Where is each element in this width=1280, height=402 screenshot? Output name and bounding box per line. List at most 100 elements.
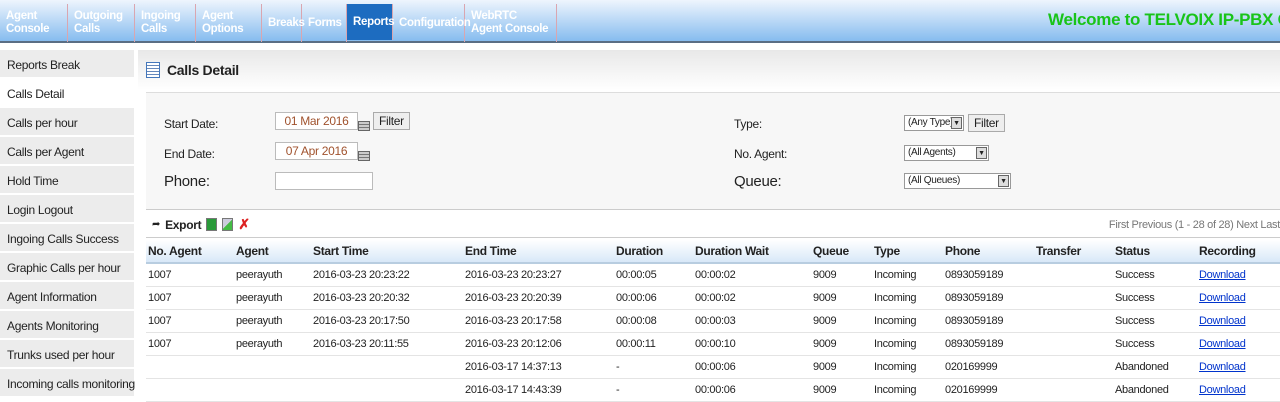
cell-duration-wait: 00:00:06	[693, 378, 811, 402]
calendar-icon[interactable]	[358, 121, 370, 131]
table-row: 1007 peerayuth 2016-03-23 20:20:32 2016-03-…	[146, 286, 1280, 310]
nav-breaks[interactable]: Breaks	[262, 4, 305, 42]
download-link[interactable]: Download	[1199, 384, 1246, 396]
nav-agent-options[interactable]: Agent Options	[196, 4, 262, 42]
pdf-export-icon[interactable]: ✗	[238, 217, 250, 231]
column-header-type[interactable]: Type	[872, 240, 943, 264]
queue-label: Queue:	[734, 173, 782, 190]
column-header-duration-wait[interactable]: Duration Wait	[693, 240, 811, 264]
type-select-value: (Any Type)	[908, 117, 954, 128]
type-select[interactable]: (Any Type) ▼	[904, 115, 964, 131]
agent-label: No. Agent:	[734, 147, 788, 161]
cell-recording: Download	[1197, 332, 1280, 356]
table-row: 1007 peerayuth 2016-03-23 20:11:55 2016-03-…	[146, 332, 1280, 356]
column-header-duration[interactable]: Duration	[614, 240, 693, 264]
cell-end-time: 2016-03-17 14:43:39	[463, 378, 614, 402]
excel-export-icon[interactable]	[222, 218, 234, 231]
filter-button[interactable]: Filter	[373, 112, 410, 130]
download-link[interactable]: Download	[1199, 361, 1246, 373]
nav-ingoing-calls[interactable]: Ingoing Calls	[135, 4, 196, 42]
filter-panel: Start Date: 01 Mar 2016 Filter End Date:…	[146, 92, 1280, 210]
sidebar-item-trunks-used-per-hour[interactable]: Trunks used per hour	[0, 340, 134, 367]
cell-start-time: 2016-03-23 20:17:50	[311, 309, 463, 333]
csv-export-icon[interactable]	[206, 218, 218, 231]
column-header-start-time[interactable]: Start Time	[311, 240, 463, 264]
type-filter-button[interactable]: Filter	[968, 114, 1005, 132]
phone-input[interactable]	[275, 172, 373, 190]
cell-type: Incoming	[872, 309, 943, 333]
cell-queue: 9009	[811, 263, 872, 287]
cell-phone: 020169999	[943, 355, 1034, 379]
cell-end-time: 2016-03-23 20:12:06	[463, 332, 614, 356]
export-toolbar: ➦ Export ✗ First Previous (1 - 28 of 28)…	[146, 212, 1280, 238]
cell-start-time	[311, 355, 463, 379]
export-label: Export	[165, 217, 202, 232]
sidebar-item-hold-time[interactable]: Hold Time	[0, 166, 134, 193]
column-header-recording[interactable]: Recording	[1197, 240, 1280, 264]
nav-webrtc-agent-console[interactable]: WebRTC Agent Console	[465, 4, 557, 42]
nav-agent-console[interactable]: Agent Console	[0, 4, 68, 42]
download-link[interactable]: Download	[1199, 315, 1246, 327]
sidebar-item-ingoing-calls-success[interactable]: Ingoing Calls Success	[0, 224, 134, 251]
nav-outgoing-calls[interactable]: Outgoing Calls	[68, 4, 135, 42]
cell-phone: 020169999	[943, 378, 1034, 402]
cell-no-agent: 1007	[146, 332, 234, 356]
cell-status: Abandoned	[1113, 355, 1197, 379]
column-header-transfer[interactable]: Transfer	[1034, 240, 1113, 264]
column-header-phone[interactable]: Phone	[943, 240, 1034, 264]
end-date-input[interactable]: 07 Apr 2016	[275, 142, 358, 160]
cell-no-agent: 1007	[146, 286, 234, 310]
calendar-icon[interactable]	[358, 151, 370, 161]
cell-status: Success	[1113, 332, 1197, 356]
download-link[interactable]: Download	[1199, 269, 1246, 281]
cell-phone: 0893059189	[943, 263, 1034, 287]
column-header-agent[interactable]: Agent	[234, 240, 311, 264]
download-link[interactable]: Download	[1199, 292, 1246, 304]
cell-type: Incoming	[872, 263, 943, 287]
welcome-banner: Welcome to TELVOIX IP-PBX CallCenter	[1048, 10, 1280, 29]
cell-end-time: 2016-03-23 20:23:27	[463, 263, 614, 287]
start-date-input[interactable]: 01 Mar 2016	[275, 112, 358, 130]
table-row: 1007 peerayuth 2016-03-23 20:23:22 2016-03-…	[146, 263, 1280, 287]
cell-start-time: 2016-03-23 20:20:32	[311, 286, 463, 310]
chevron-down-icon: ▼	[976, 147, 987, 159]
nav-forms[interactable]: Forms	[302, 4, 347, 42]
queue-select[interactable]: (All Queues) ▼	[904, 173, 1011, 189]
cell-end-time: 2016-03-17 14:37:13	[463, 355, 614, 379]
queue-select-value: (All Queues)	[908, 175, 960, 186]
agent-select[interactable]: (All Agents) ▼	[904, 145, 989, 161]
column-header-queue[interactable]: Queue	[811, 240, 872, 264]
column-header-no-agent[interactable]: No. Agent	[146, 240, 234, 264]
cell-queue: 9009	[811, 355, 872, 379]
cell-start-time: 2016-03-23 20:23:22	[311, 263, 463, 287]
cell-recording: Download	[1197, 309, 1280, 333]
sidebar-item-calls-detail[interactable]: Calls Detail	[0, 79, 134, 106]
cell-queue: 9009	[811, 332, 872, 356]
sidebar-item-agent-information[interactable]: Agent Information	[0, 282, 134, 309]
cell-type: Incoming	[872, 332, 943, 356]
cell-duration: 00:00:08	[614, 309, 693, 333]
sidebar-item-login-logout[interactable]: Login Logout	[0, 195, 134, 222]
pagination[interactable]: First Previous (1 - 28 of 28) Next Last	[1109, 219, 1280, 231]
cell-agent: peerayuth	[234, 332, 311, 356]
chevron-down-icon: ▼	[951, 117, 962, 129]
column-header-status[interactable]: Status	[1113, 240, 1197, 264]
start-date-label: Start Date:	[164, 117, 219, 131]
sidebar-item-calls-per-hour[interactable]: Calls per hour	[0, 108, 134, 135]
cell-duration: -	[614, 355, 693, 379]
nav-reports[interactable]: Reports	[347, 4, 395, 40]
cell-recording: Download	[1197, 355, 1280, 379]
column-header-end-time[interactable]: End Time	[463, 240, 614, 264]
sidebar-item-agents-monitoring[interactable]: Agents Monitoring	[0, 311, 134, 338]
cell-transfer	[1034, 263, 1113, 287]
cell-duration-wait: 00:00:02	[693, 286, 811, 310]
cell-queue: 9009	[811, 378, 872, 402]
cell-queue: 9009	[811, 286, 872, 310]
sidebar-item-graphic-calls-per-hour[interactable]: Graphic Calls per hour	[0, 253, 134, 280]
cell-status: Success	[1113, 286, 1197, 310]
sidebar-item-reports-break[interactable]: Reports Break	[0, 50, 134, 77]
sidebar-item-calls-per-agent[interactable]: Calls per Agent	[0, 137, 134, 164]
nav-configuration[interactable]: Configuration	[393, 4, 471, 42]
download-link[interactable]: Download	[1199, 338, 1246, 350]
sidebar-item-incoming-calls-monitoring[interactable]: Incoming calls monitoring	[0, 369, 135, 396]
